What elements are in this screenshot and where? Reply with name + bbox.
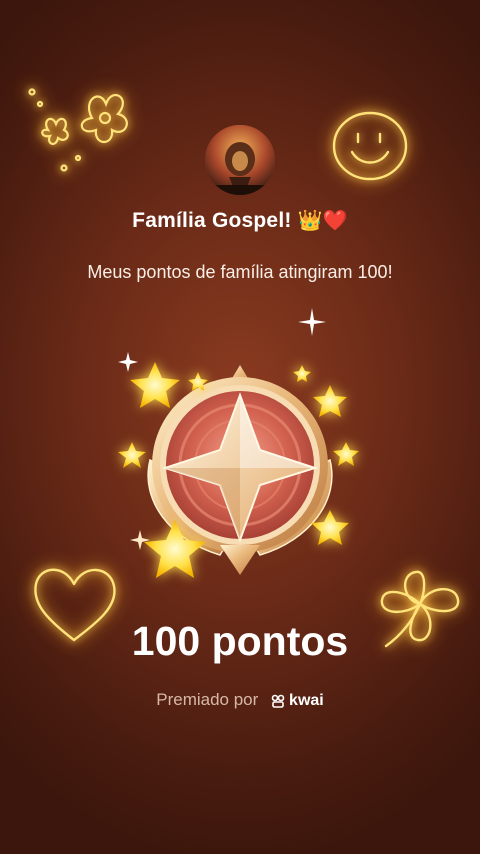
- awarded-by-label: Premiado por: [156, 690, 259, 709]
- points-total: 100 pontos: [131, 618, 349, 664]
- awarded-by: Premiado por kwai: [0, 690, 480, 710]
- smiley-doodle-icon: [332, 111, 408, 181]
- kwai-logo-icon: [271, 694, 285, 708]
- heart-emoji: ❤️: [322, 208, 348, 232]
- flower-doodle-icon: [28, 88, 128, 172]
- kwai-brand-name: kwai: [289, 692, 324, 709]
- family-name-title: Família Gospel! 👑❤️: [0, 208, 480, 233]
- points-message: Meus pontos de família atingiram 100!: [87, 262, 393, 282]
- family-name: Família Gospel!: [132, 209, 292, 232]
- star-medal-icon: [118, 352, 359, 578]
- crown-emoji: 👑: [297, 208, 323, 232]
- lion-avatar[interactable]: [205, 125, 275, 195]
